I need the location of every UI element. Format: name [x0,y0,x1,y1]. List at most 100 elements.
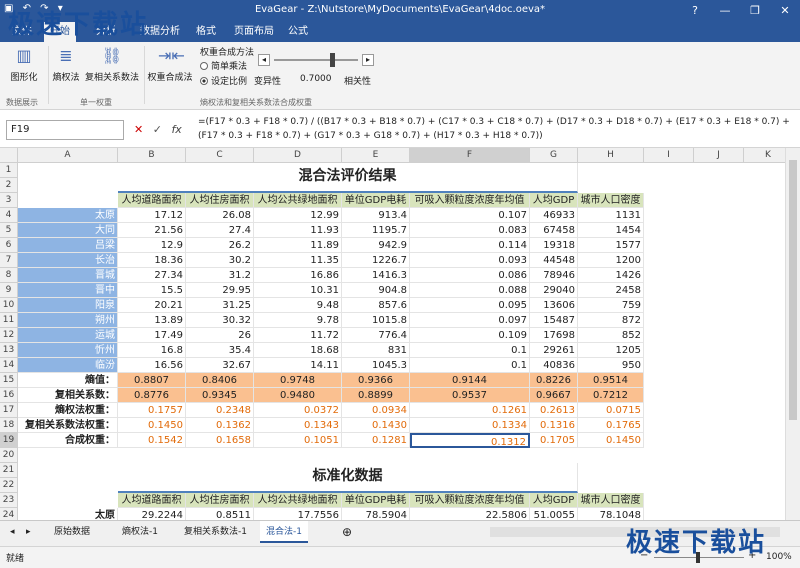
summary-cell[interactable]: 0.9480 [254,388,342,403]
summary-cell[interactable]: 0.1281 [342,433,410,448]
figure-button[interactable]: ▥ 图形化 [6,46,42,83]
summary-cell[interactable]: 0.1765 [578,418,644,433]
data-cell[interactable]: 16.8 [118,343,186,358]
summary-cell[interactable]: 0.1362 [186,418,254,433]
data-cell[interactable]: 1416.3 [342,268,410,283]
row-header[interactable]: 2 [0,178,18,193]
summary-cell[interactable]: 0.8899 [342,388,410,403]
slider-left-arrow[interactable]: ◂ [258,54,270,66]
data-cell[interactable]: 51.0055 [530,508,578,520]
data-cell[interactable]: 40836 [530,358,578,373]
data-cell[interactable]: 776.4 [342,328,410,343]
data-cell[interactable]: 0.1 [410,343,530,358]
summary-cell[interactable]: 0.7212 [578,388,644,403]
data-cell[interactable]: 17.12 [118,208,186,223]
weight-slider-track[interactable] [274,59,358,61]
row-header[interactable]: 18 [0,418,18,433]
minimize-button[interactable]: — [710,0,740,22]
data-cell[interactable]: 0.093 [410,253,530,268]
data-cell[interactable]: 26.2 [186,238,254,253]
data-cell[interactable]: 913.4 [342,208,410,223]
summary-cell[interactable]: 0.2613 [530,403,578,418]
summary-cell[interactable]: 0.1343 [254,418,342,433]
data-cell[interactable]: 17.49 [118,328,186,343]
data-cell[interactable]: 11.93 [254,223,342,238]
data-cell[interactable]: 1426 [578,268,644,283]
data-cell[interactable]: 35.4 [186,343,254,358]
row-header[interactable]: 6 [0,238,18,253]
select-all-corner[interactable] [0,148,18,163]
data-cell[interactable]: 11.89 [254,238,342,253]
data-cell[interactable]: 950 [578,358,644,373]
summary-cell[interactable]: 0.9748 [254,373,342,388]
summary-cell[interactable]: 0.9144 [410,373,530,388]
data-cell[interactable]: 12.99 [254,208,342,223]
data-cell[interactable]: 78.1048 [578,508,644,520]
column-header[interactable]: D [254,148,342,163]
data-cell[interactable]: 0.086 [410,268,530,283]
data-cell[interactable]: 15487 [530,313,578,328]
name-box[interactable]: F19 [6,120,124,140]
column-header[interactable]: H [578,148,644,163]
summary-cell[interactable]: 0.1316 [530,418,578,433]
summary-cell[interactable]: 0.1450 [118,418,186,433]
summary-cell[interactable]: 0.0715 [578,403,644,418]
menu-format[interactable]: 格式 [190,22,222,42]
data-cell[interactable]: 27.4 [186,223,254,238]
summary-cell[interactable]: 0.1450 [578,433,644,448]
data-cell[interactable]: 1200 [578,253,644,268]
row-header[interactable]: 17 [0,403,18,418]
column-header[interactable]: C [186,148,254,163]
fx-icon[interactable]: fx [171,123,181,136]
summary-cell[interactable]: 0.1757 [118,403,186,418]
data-cell[interactable]: 0.097 [410,313,530,328]
selected-cell-f19[interactable]: 0.1312 [410,433,530,448]
data-cell[interactable]: 0.1 [410,358,530,373]
help-button[interactable]: ? [680,0,710,22]
row-header[interactable]: 12 [0,328,18,343]
data-cell[interactable]: 17698 [530,328,578,343]
menu-page-layout[interactable]: 页面布局 [228,22,280,42]
data-cell[interactable]: 872 [578,313,644,328]
data-cell[interactable]: 16.56 [118,358,186,373]
radio-ratio[interactable]: 设定比例 [200,74,247,87]
slider-right-arrow[interactable]: ▸ [362,54,374,66]
column-header[interactable]: J [694,148,744,163]
data-cell[interactable]: 78946 [530,268,578,283]
row-header[interactable]: 8 [0,268,18,283]
data-cell[interactable]: 0.083 [410,223,530,238]
data-cell[interactable]: 9.78 [254,313,342,328]
data-cell[interactable]: 12.9 [118,238,186,253]
data-cell[interactable]: 0.088 [410,283,530,298]
data-cell[interactable]: 13.89 [118,313,186,328]
row-header[interactable]: 7 [0,253,18,268]
summary-cell[interactable]: 0.0934 [342,403,410,418]
tab-nav-next-icon[interactable]: ▸ [20,521,37,543]
data-cell[interactable]: 15.5 [118,283,186,298]
data-cell[interactable]: 30.32 [186,313,254,328]
formula-input[interactable]: =(F17 * 0.3 + F18 * 0.7) / ((B17 * 0.3 +… [198,115,794,147]
data-cell[interactable]: 1226.7 [342,253,410,268]
data-cell[interactable]: 29261 [530,343,578,358]
data-cell[interactable]: 19318 [530,238,578,253]
data-cell[interactable]: 852 [578,328,644,343]
weight-slider-thumb[interactable] [330,53,335,67]
data-cell[interactable]: 17.7556 [254,508,342,520]
row-header[interactable]: 5 [0,223,18,238]
data-cell[interactable]: 1577 [578,238,644,253]
data-cell[interactable]: 1015.8 [342,313,410,328]
summary-cell[interactable]: 0.2348 [186,403,254,418]
menu-formula[interactable]: 公式 [282,22,314,42]
column-header[interactable]: G [530,148,578,163]
row-header[interactable]: 1 [0,163,18,178]
column-header[interactable]: E [342,148,410,163]
row-header[interactable]: 21 [0,463,18,478]
data-cell[interactable]: 78.5904 [342,508,410,520]
data-cell[interactable]: 1454 [578,223,644,238]
row-header[interactable]: 24 [0,508,18,520]
summary-cell[interactable]: 0.0372 [254,403,342,418]
data-cell[interactable]: 26.08 [186,208,254,223]
data-cell[interactable]: 20.21 [118,298,186,313]
data-cell[interactable]: 26 [186,328,254,343]
data-cell[interactable]: 2458 [578,283,644,298]
